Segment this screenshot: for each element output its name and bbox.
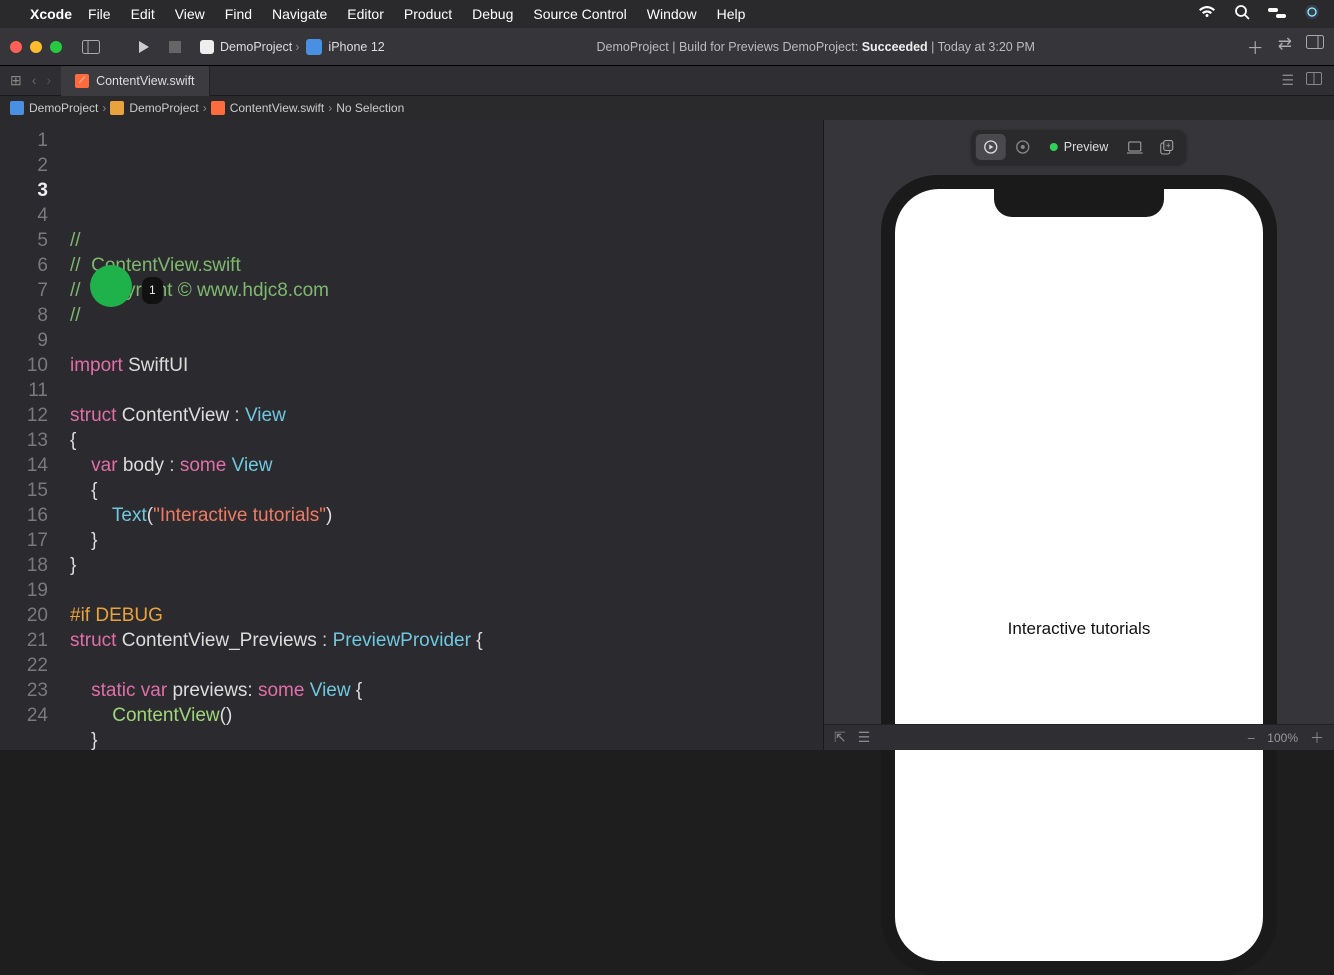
macos-menubar: Xcode File Edit View Find Navigate Edito… xyxy=(0,0,1334,28)
menu-find[interactable]: Find xyxy=(225,6,252,22)
wifi-icon[interactable] xyxy=(1198,5,1216,23)
minimize-window-button[interactable] xyxy=(30,41,42,53)
zoom-window-button[interactable] xyxy=(50,41,62,53)
menu-window[interactable]: Window xyxy=(647,6,697,22)
preview-text-label: Interactive tutorials xyxy=(895,619,1263,639)
xcode-toolbar: DemoProject › iPhone 12 DemoProject | Bu… xyxy=(0,28,1334,66)
annotation-marker[interactable] xyxy=(90,265,132,307)
menu-help[interactable]: Help xyxy=(717,6,746,22)
preview-toolbar: Preview + xyxy=(972,130,1186,164)
simulated-device-frame: Interactive tutorials xyxy=(881,175,1277,975)
project-icon xyxy=(10,101,24,115)
spotlight-icon[interactable] xyxy=(1234,4,1250,24)
toggle-inspector-button[interactable] xyxy=(1306,34,1324,59)
annotation-badge[interactable]: 1 xyxy=(142,277,163,304)
preview-list-icon[interactable]: ☰ xyxy=(858,729,871,746)
line-gutter: 123456789101112131415161718192021222324 xyxy=(0,120,62,750)
swift-icon xyxy=(211,101,225,115)
editor-options-icon[interactable]: ☰ xyxy=(1281,72,1294,89)
siri-icon[interactable] xyxy=(1304,4,1320,24)
folder-icon xyxy=(110,101,124,115)
app-menu[interactable]: Xcode xyxy=(30,6,72,22)
add-button[interactable]: ＋ xyxy=(1247,34,1264,59)
scheme-selector[interactable]: DemoProject › iPhone 12 xyxy=(200,39,385,55)
tab-contentview[interactable]: ⟋ ContentView.swift xyxy=(61,66,209,96)
activity-status: DemoProject | Build for Previews DemoPro… xyxy=(385,40,1247,54)
related-items-icon[interactable]: ⊞ xyxy=(10,72,22,89)
preview-footer: ⇱ ☰ − 100% ＋ xyxy=(824,724,1334,750)
window-traffic-lights xyxy=(10,41,62,53)
path-file[interactable]: ContentView.swift xyxy=(230,101,325,115)
path-project[interactable]: DemoProject xyxy=(29,101,98,115)
scheme-project-icon xyxy=(200,40,214,54)
run-button[interactable] xyxy=(130,36,156,58)
path-selection[interactable]: No Selection xyxy=(336,101,404,115)
menu-source-control[interactable]: Source Control xyxy=(533,6,626,22)
toggle-navigator-button[interactable] xyxy=(78,36,104,58)
scheme-device-name: iPhone 12 xyxy=(328,40,384,54)
editor-tabbar: ⊞ ‹ › ⟋ ContentView.swift ☰ xyxy=(0,66,1334,96)
code-review-button[interactable]: ⇄ xyxy=(1278,34,1292,59)
menu-view[interactable]: View xyxy=(175,6,205,22)
swift-file-icon: ⟋ xyxy=(75,74,89,88)
nav-forward-icon[interactable]: › xyxy=(46,72,51,89)
device-notch xyxy=(994,189,1164,217)
menu-navigate[interactable]: Navigate xyxy=(272,6,327,22)
path-folder[interactable]: DemoProject xyxy=(129,101,198,115)
menu-edit[interactable]: Edit xyxy=(131,6,155,22)
code-area[interactable]: 1 //// ContentView.swift// Copyright © w… xyxy=(62,120,483,750)
preview-duplicate-button[interactable]: + xyxy=(1152,134,1182,160)
svg-text:+: + xyxy=(1166,141,1171,150)
source-editor[interactable]: 123456789101112131415161718192021222324 … xyxy=(0,120,824,750)
preview-status-label[interactable]: Preview xyxy=(1040,140,1118,154)
zoom-in-icon[interactable]: ＋ xyxy=(1310,728,1324,748)
adjust-editor-icon[interactable] xyxy=(1306,72,1322,89)
preview-device-button[interactable] xyxy=(1120,134,1150,160)
pin-preview-icon[interactable]: ⇱ xyxy=(834,729,846,746)
menu-debug[interactable]: Debug xyxy=(472,6,513,22)
menu-editor[interactable]: Editor xyxy=(347,6,384,22)
menu-file[interactable]: File xyxy=(88,6,111,22)
preview-run-button[interactable] xyxy=(976,134,1006,160)
nav-back-icon[interactable]: ‹ xyxy=(32,72,37,89)
tab-filename: ContentView.swift xyxy=(96,74,194,88)
zoom-out-icon[interactable]: − xyxy=(1247,730,1255,746)
scheme-project-name: DemoProject xyxy=(220,40,292,54)
simulated-screen[interactable]: Interactive tutorials xyxy=(895,189,1263,961)
close-window-button[interactable] xyxy=(10,41,22,53)
preview-inspect-button[interactable] xyxy=(1008,134,1038,160)
menu-product[interactable]: Product xyxy=(404,6,452,22)
stop-button[interactable] xyxy=(162,36,188,58)
zoom-level[interactable]: 100% xyxy=(1267,731,1298,745)
control-center-icon[interactable] xyxy=(1268,6,1286,23)
jump-bar[interactable]: DemoProject › DemoProject › ContentView.… xyxy=(0,96,1334,120)
canvas-preview: Preview + Interactive tutorials ⇱ ☰ − 10… xyxy=(824,120,1334,750)
scheme-device-icon xyxy=(306,39,322,55)
